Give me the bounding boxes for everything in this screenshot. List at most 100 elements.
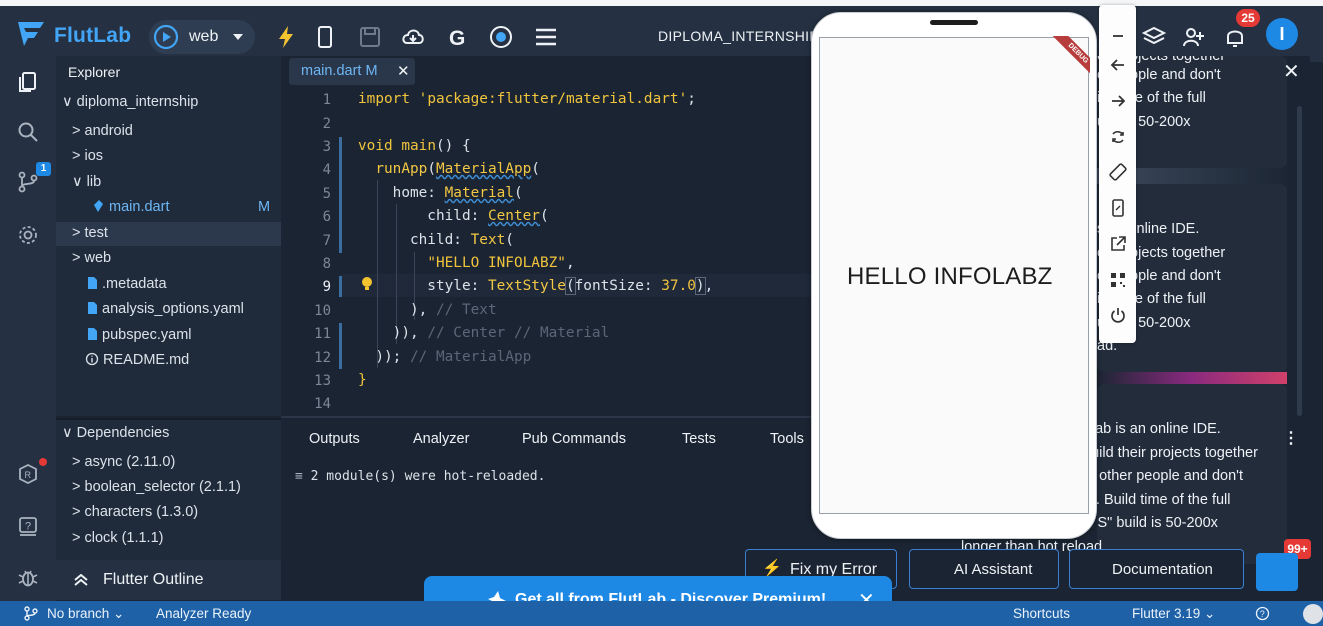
code-line: } (358, 372, 367, 388)
line-number: 10 (314, 303, 331, 319)
tab-pub-commands[interactable]: Pub Commands (522, 431, 626, 447)
target-selector[interactable]: web (149, 20, 255, 54)
line-number: 9 (322, 279, 331, 295)
tree-item-web[interactable]: > web (72, 250, 111, 266)
debug-banner: DEBUG (1040, 36, 1090, 86)
bug-icon[interactable] (16, 565, 40, 589)
output-line: ≡ 2 module(s) were hot-reloaded. (295, 469, 546, 484)
line-number: 6 (322, 209, 331, 225)
qr-code-icon[interactable] (1108, 270, 1128, 290)
line-number: 4 (322, 162, 331, 178)
code-line: )); // MaterialApp (358, 349, 532, 365)
search-icon[interactable] (16, 120, 40, 144)
tree-item-pubspec[interactable]: pubspec.yaml (87, 327, 192, 343)
bell-icon[interactable] (1222, 24, 1248, 50)
line-number: 1 (322, 92, 331, 108)
dependencies-header[interactable]: ∨ Dependencies (62, 425, 169, 441)
code-line: ), // Text (358, 302, 497, 318)
flutter-outline-bar[interactable]: Flutter Outline (56, 560, 281, 600)
tab-main-dart[interactable]: main.dart M ✕ (289, 58, 415, 85)
documentation-button[interactable]: Documentation (1069, 549, 1244, 589)
dependencies-panel: ∨ Dependencies > async (2.11.0) > boolea… (56, 418, 281, 566)
google-icon[interactable]: G (445, 24, 471, 50)
device-icon[interactable] (312, 24, 338, 50)
help-icon[interactable]: ? (16, 514, 40, 538)
scm-badge: 1 (36, 162, 51, 176)
tab-outputs[interactable]: Outputs (309, 431, 360, 447)
code-line: child: Center( (358, 208, 549, 224)
tab-tools[interactable]: Tools (770, 431, 804, 447)
tree-item-test[interactable]: > test (72, 225, 108, 241)
forward-arrow-icon[interactable] (1108, 91, 1128, 111)
close-tab-icon[interactable]: ✕ (397, 62, 410, 80)
svg-text:?: ? (1260, 609, 1265, 619)
ai-assistant-button[interactable]: AI Assistant (909, 549, 1059, 589)
back-arrow-icon[interactable] (1108, 55, 1128, 75)
open-external-icon[interactable] (1108, 234, 1128, 254)
dependency-item[interactable]: > characters (1.3.0) (72, 504, 198, 520)
flutter-version[interactable]: Flutter 3.19 ⌄ (1132, 606, 1215, 622)
rotate-device-icon[interactable] (1108, 162, 1128, 182)
tree-item-android[interactable]: > android (72, 123, 133, 139)
dependency-item[interactable]: > boolean_selector (2.1.1) (72, 479, 241, 495)
layers-icon[interactable] (1141, 24, 1167, 50)
add-user-icon[interactable] (1181, 24, 1207, 50)
avatar[interactable]: I (1266, 18, 1298, 50)
tree-item-lib[interactable]: ∨ lib (72, 174, 101, 190)
code-line: )), // Center // Material (358, 325, 610, 341)
code-line: void main() { (358, 138, 471, 154)
tree-item-main-dart[interactable]: main.dart (92, 199, 169, 215)
svg-text:R: R (25, 470, 32, 480)
info-icon (85, 352, 99, 366)
dependency-item[interactable]: > async (2.11.0) (72, 454, 175, 470)
info-card: tLab is an online IDE. build their proje… (1097, 384, 1287, 564)
code-line: runApp(MaterialApp( (375, 161, 540, 177)
line-number: 12 (314, 350, 331, 366)
dart-file-icon (94, 200, 103, 212)
refresh-icon[interactable] (1108, 127, 1128, 147)
tab-tests[interactable]: Tests (682, 431, 716, 447)
bottom-panel: Outputs Analyzer Pub Commands Tests Tool… (281, 416, 821, 601)
tree-item-ios[interactable]: > ios (72, 148, 103, 164)
dependency-item[interactable]: > clock (1.1.1) (72, 530, 163, 546)
minimize-icon[interactable] (1108, 24, 1128, 44)
branch-icon (24, 606, 38, 621)
close-panel-icon[interactable]: ✕ (1283, 59, 1300, 84)
tree-item-metadata[interactable]: .metadata (87, 276, 167, 292)
file-icon (88, 328, 97, 340)
lightbulb-icon[interactable] (361, 276, 373, 292)
line-number: 7 (322, 233, 331, 249)
menu-icon[interactable] (533, 24, 559, 50)
tree-item-analysis-options[interactable]: analysis_options.yaml (87, 301, 244, 317)
more-options-icon[interactable]: ⋮ (1283, 428, 1299, 448)
change-gutter-bar (339, 323, 342, 369)
tab-analyzer[interactable]: Analyzer (413, 431, 469, 447)
settings-icon[interactable] (16, 223, 40, 247)
branch-selector[interactable]: No branch ⌄ (47, 606, 124, 622)
hot-reload-icon[interactable] (273, 24, 299, 50)
indent-guide (396, 204, 397, 344)
collapse-icon[interactable] (1303, 604, 1323, 624)
change-gutter-bar (339, 276, 342, 297)
code-line: child: Text( (358, 232, 514, 248)
target-icon[interactable] (488, 24, 514, 50)
tree-item-readme[interactable]: README.md (85, 352, 189, 368)
scrollbar[interactable] (1297, 106, 1302, 416)
tree-item-root[interactable]: ∨ diploma_internship (62, 94, 198, 110)
chat-button[interactable] (1256, 553, 1298, 591)
help-circle-icon[interactable]: ? (1255, 606, 1270, 621)
registry-icon[interactable]: R (16, 462, 40, 486)
power-icon[interactable] (1108, 305, 1128, 325)
save-icon[interactable] (357, 24, 383, 50)
cloud-download-icon[interactable] (400, 24, 426, 50)
editor-tabs: main.dart M ✕ (281, 56, 821, 86)
preview-hello-text: HELLO INFOLABZ (847, 263, 1053, 290)
shortcuts-button[interactable]: Shortcuts (1013, 606, 1070, 621)
phone-icon[interactable] (1108, 198, 1128, 218)
thumbnail-strip (1097, 372, 1287, 384)
code-line: home: Material( (358, 185, 523, 201)
line-number: 3 (322, 139, 331, 155)
code-editor[interactable]: 1 2 3 4 5 6 7 8 9 10 11 12 13 14 import … (281, 86, 821, 414)
files-icon[interactable] (16, 70, 40, 94)
device-speaker (930, 20, 978, 25)
